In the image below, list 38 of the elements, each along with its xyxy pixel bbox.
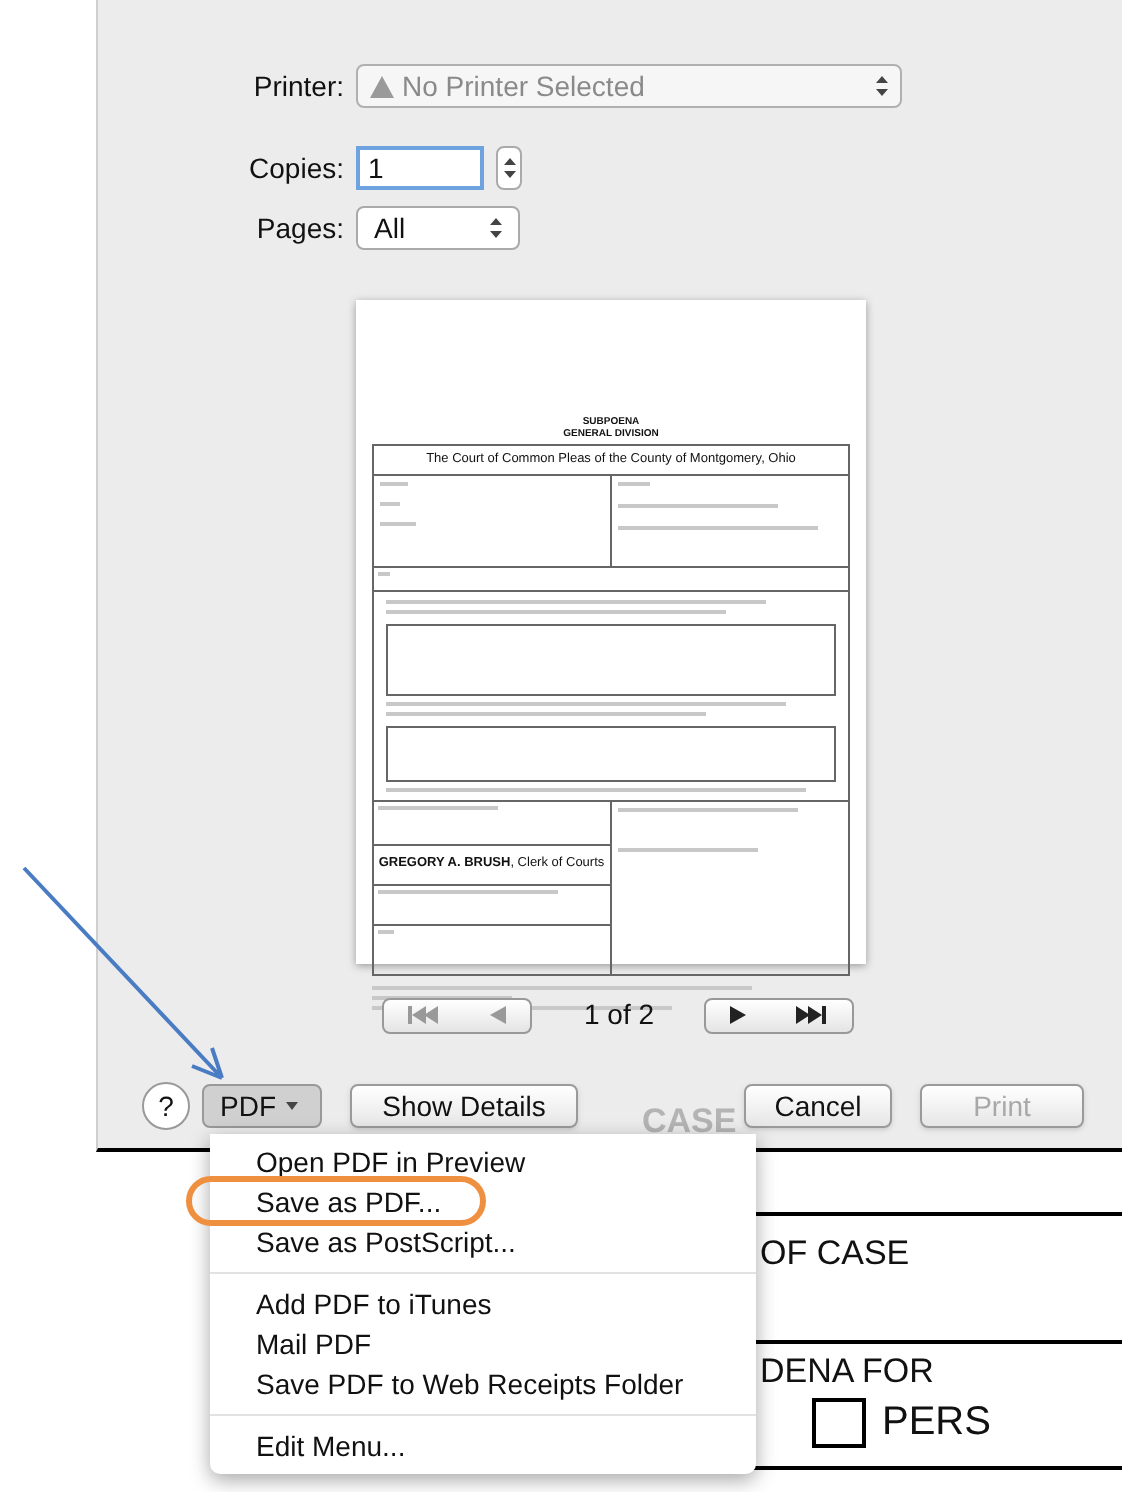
menu-item[interactable]: Save as PDF... (210, 1182, 442, 1222)
next-last-buttons[interactable] (704, 997, 854, 1033)
pages-select[interactable]: All (356, 206, 520, 250)
menu-item[interactable]: Open PDF in Preview (210, 1142, 526, 1182)
help-button[interactable]: ? (142, 1082, 190, 1130)
previous-page-icon (489, 1006, 506, 1024)
page-indicator: 1 of 2 (584, 996, 657, 1034)
up-down-arrows-icon (876, 76, 888, 96)
up-down-arrows-icon (503, 158, 515, 178)
text-line (617, 847, 757, 852)
show-details-button[interactable]: Show Details (350, 1084, 578, 1128)
pages-label: Pages: (254, 209, 344, 248)
text-line (617, 481, 649, 486)
text-line (380, 481, 408, 486)
copies-field[interactable]: 1 (356, 146, 484, 190)
menu-item[interactable]: Save as PostScript... (210, 1222, 516, 1262)
next-page-icon (730, 1006, 747, 1024)
text-line (380, 521, 416, 526)
background-text: CASE (642, 1100, 737, 1144)
cancel-button[interactable]: Cancel (744, 1084, 892, 1128)
subpoena-label: DENA FOR (760, 1352, 936, 1392)
first-previous-buttons[interactable] (382, 997, 532, 1033)
copies-stepper[interactable] (496, 146, 522, 190)
printer-label: Printer: (251, 67, 344, 105)
menu-item[interactable]: Add PDF to iTunes (210, 1284, 492, 1324)
checkbox-label: PERS (882, 1398, 991, 1448)
text-line (378, 805, 498, 810)
checkbox[interactable] (812, 1397, 866, 1447)
last-page-icon (795, 1006, 828, 1024)
dropdown-caret-icon (286, 1102, 298, 1110)
pdf-button[interactable]: PDF (202, 1084, 322, 1128)
copies-label: Copies: (247, 149, 344, 188)
case-type-label: OF CASE (760, 1232, 910, 1276)
menu-item[interactable]: Save PDF to Web Receipts Folder (210, 1364, 684, 1404)
menu-item[interactable]: Edit Menu... (210, 1426, 406, 1466)
first-page-icon (408, 1006, 441, 1024)
up-down-arrows-icon (490, 218, 502, 238)
menu-item[interactable]: Mail PDF (210, 1324, 372, 1364)
